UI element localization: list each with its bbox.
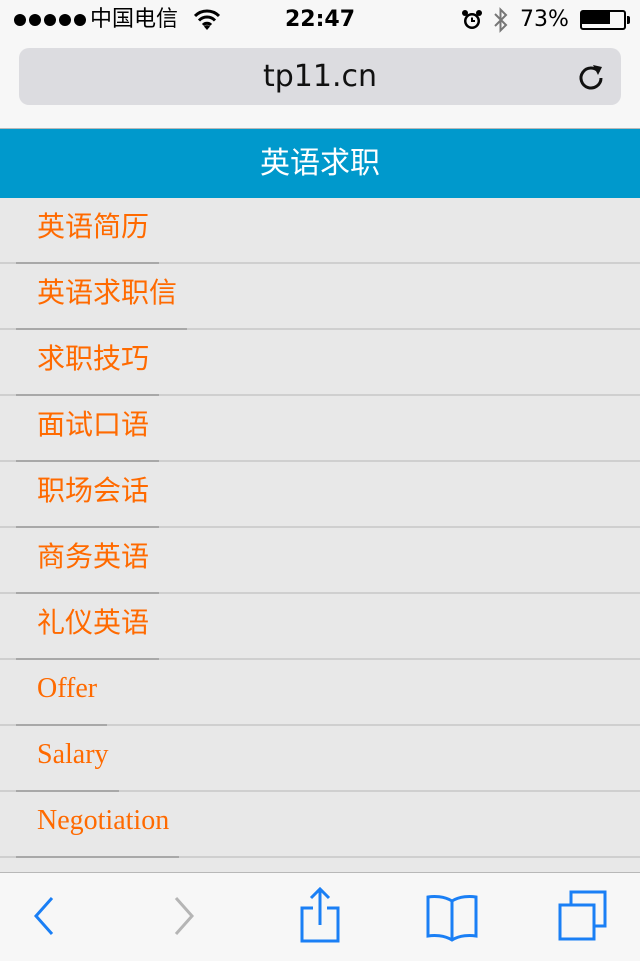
menu-item[interactable]: 商务英语 — [0, 528, 640, 594]
page-title: 英语求职 — [0, 129, 640, 198]
menu-item-link[interactable]: 商务英语 — [16, 528, 160, 594]
share-icon — [300, 886, 340, 943]
reload-icon[interactable] — [577, 63, 605, 91]
bookmarks-button[interactable] — [424, 873, 480, 961]
menu-item-link[interactable]: Offer — [16, 660, 108, 726]
menu-item-link[interactable]: 职场会话 — [16, 462, 160, 528]
browser-toolbar — [0, 872, 640, 961]
url-text[interactable]: tp11.cn — [19, 48, 621, 105]
menu-item-link[interactable]: 英语求职信 — [16, 264, 188, 330]
status-bar: 中国电信 22:47 73% — [0, 0, 640, 40]
bookmarks-icon — [426, 895, 478, 942]
status-time: 22:47 — [284, 7, 356, 32]
share-button[interactable] — [296, 873, 344, 961]
menu-item[interactable]: 英语求职信 — [0, 264, 640, 330]
menu-item[interactable]: Offer — [0, 660, 640, 726]
signal-dots-icon — [14, 14, 86, 26]
forward-icon — [174, 897, 195, 935]
tabs-icon — [558, 890, 607, 941]
carrier-name: 中国电信 — [90, 7, 179, 32]
menu-item-link[interactable]: 求职技巧 — [16, 330, 160, 396]
battery-icon — [580, 10, 630, 30]
menu-item[interactable]: 职场会话 — [0, 462, 640, 528]
bluetooth-icon — [494, 7, 508, 33]
back-button[interactable] — [24, 873, 68, 961]
address-bar[interactable]: tp11.cn — [19, 48, 621, 105]
menu-item-link[interactable]: 英语简历 — [16, 198, 160, 264]
tabs-button[interactable] — [556, 873, 612, 961]
menu-item[interactable]: Salary — [0, 726, 640, 792]
menu-item[interactable]: Negotiation — [0, 792, 640, 858]
menu-item-link[interactable]: Negotiation — [16, 792, 180, 858]
menu-item[interactable]: 礼仪英语 — [0, 594, 640, 660]
browser-address-area: tp11.cn — [0, 40, 640, 129]
back-icon — [33, 897, 54, 935]
menu-item-link[interactable]: 礼仪英语 — [16, 594, 160, 660]
wifi-icon — [194, 9, 220, 30]
menu-item-link[interactable]: Salary — [16, 726, 119, 792]
forward-button[interactable] — [164, 873, 208, 961]
menu-item[interactable]: 求职技巧 — [0, 330, 640, 396]
menu-item[interactable]: 面试口语 — [0, 396, 640, 462]
battery-percent: 73% — [520, 7, 569, 32]
menu-list: 英语简历 英语求职信 求职技巧 面试口语 职场会话 商务英语 礼仪英语 Offer Salary… — [0, 198, 640, 858]
menu-item[interactable]: 英语简历 — [0, 198, 640, 264]
alarm-icon — [462, 10, 482, 29]
menu-item-link[interactable]: 面试口语 — [16, 396, 160, 462]
